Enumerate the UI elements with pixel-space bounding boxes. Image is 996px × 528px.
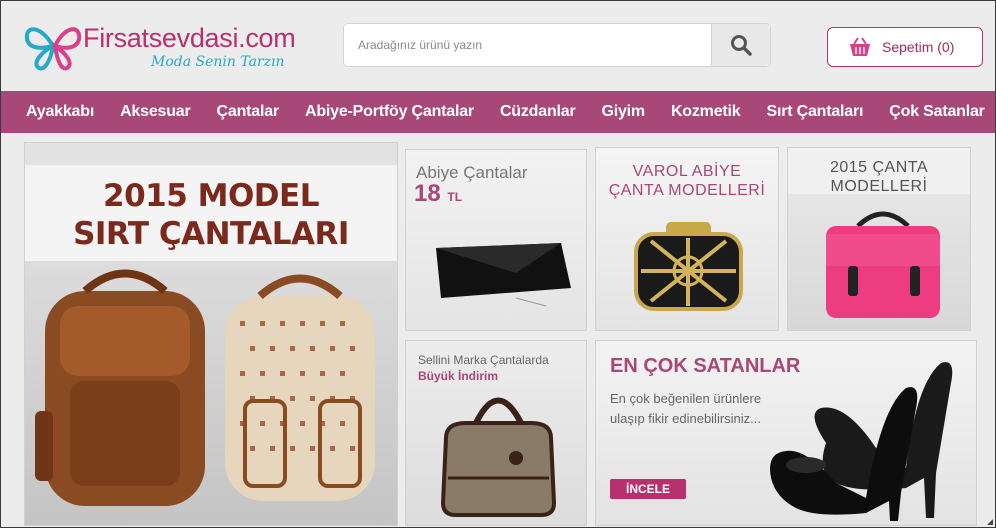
- banner-sellini[interactable]: Sellini Marka Çantalarda Büyük İndirim: [405, 340, 587, 526]
- nav-item-aksesuar[interactable]: Aksesuar: [107, 103, 203, 121]
- nav-item-sirt-cantalari[interactable]: Sırt Çantaları: [753, 103, 876, 121]
- banner-abiye[interactable]: Abiye Çantalar 18 TL: [405, 149, 587, 331]
- sellini-bag-image: [440, 397, 557, 517]
- gold-clutch-image: [634, 222, 743, 311]
- abiye-price-value: 18: [414, 180, 441, 207]
- search-box: [343, 23, 771, 67]
- nav-item-ayakkabi[interactable]: Ayakkabı: [1, 103, 107, 121]
- search-input[interactable]: [344, 24, 712, 66]
- banner-headline-line1: 2015 MODEL: [103, 178, 319, 214]
- banner-backpacks[interactable]: 2015 MODEL SIRT ÇANTALARI: [24, 142, 398, 526]
- banner-headline: 2015 MODEL SIRT ÇANTALARI: [25, 177, 397, 253]
- banner-headline-line2: SIRT ÇANTALARI: [73, 216, 349, 252]
- sellini-line1: Sellini Marka Çantalarda: [418, 353, 549, 367]
- butterfly-logo-icon: [24, 27, 82, 71]
- heels-image: [770, 362, 953, 521]
- nav-item-kozmetik[interactable]: Kozmetik: [658, 103, 754, 121]
- varol-caption-line2: ÇANTA MODELLERİ: [608, 182, 766, 199]
- search-button[interactable]: [711, 24, 770, 66]
- site-logo[interactable]: Firsatsevdasi.com Moda Senin Tarzın: [23, 19, 303, 75]
- varol-caption-line1: VAROL ABİYE: [632, 163, 742, 180]
- nav-item-abiye-portfoy[interactable]: Abiye-Portföy Çantalar: [292, 103, 487, 121]
- pink-bag-image: [826, 211, 940, 318]
- search-icon: [731, 35, 752, 56]
- main-nav: Ayakkabı Aksesuar Çantalar Abiye-Portföy…: [1, 91, 995, 133]
- sellini-line2: Büyük İndirim: [418, 369, 499, 383]
- site-header: Firsatsevdasi.com Moda Senin Tarzın Sepe…: [1, 1, 995, 91]
- abiye-price: 18 TL: [414, 180, 462, 208]
- canta2015-caption-line2: MODELLERİ: [830, 178, 928, 195]
- abiye-price-currency: TL: [447, 190, 463, 204]
- nav-item-cok-satanlar[interactable]: Çok Satanlar: [876, 103, 996, 121]
- brand-name: Firsatsevdasi.com: [83, 23, 296, 53]
- nav-item-cantalar[interactable]: Çantalar: [204, 103, 292, 121]
- backpacks-image: [25, 261, 397, 525]
- clutch-image: [436, 243, 571, 307]
- banner-varol[interactable]: VAROL ABİYE ÇANTA MODELLERİ: [595, 147, 779, 331]
- varol-caption: VAROL ABİYE ÇANTA MODELLERİ: [596, 162, 778, 200]
- banner-top-strip: [25, 143, 397, 165]
- resize-corner: [987, 519, 993, 525]
- banner-bestsellers[interactable]: EN ÇOK SATANLAR En çok beğenilen ürünler…: [595, 340, 977, 526]
- nav-item-cuzdanlar[interactable]: Cüzdanlar: [487, 103, 589, 121]
- banner-2015-canta[interactable]: 2015 ÇANTA MODELLERİ: [787, 147, 971, 331]
- basket-icon: [850, 37, 870, 56]
- incele-button[interactable]: İNCELE: [610, 479, 686, 499]
- nav-item-giyim[interactable]: Giyim: [588, 103, 657, 121]
- cart-label: Sepetim (0): [882, 39, 955, 55]
- canta2015-caption: 2015 ÇANTA MODELLERİ: [788, 158, 970, 196]
- cart-button[interactable]: Sepetim (0): [827, 27, 983, 67]
- brand-tagline: Moda Senin Tarzın: [151, 54, 285, 70]
- canta2015-caption-line1: 2015 ÇANTA: [829, 159, 929, 176]
